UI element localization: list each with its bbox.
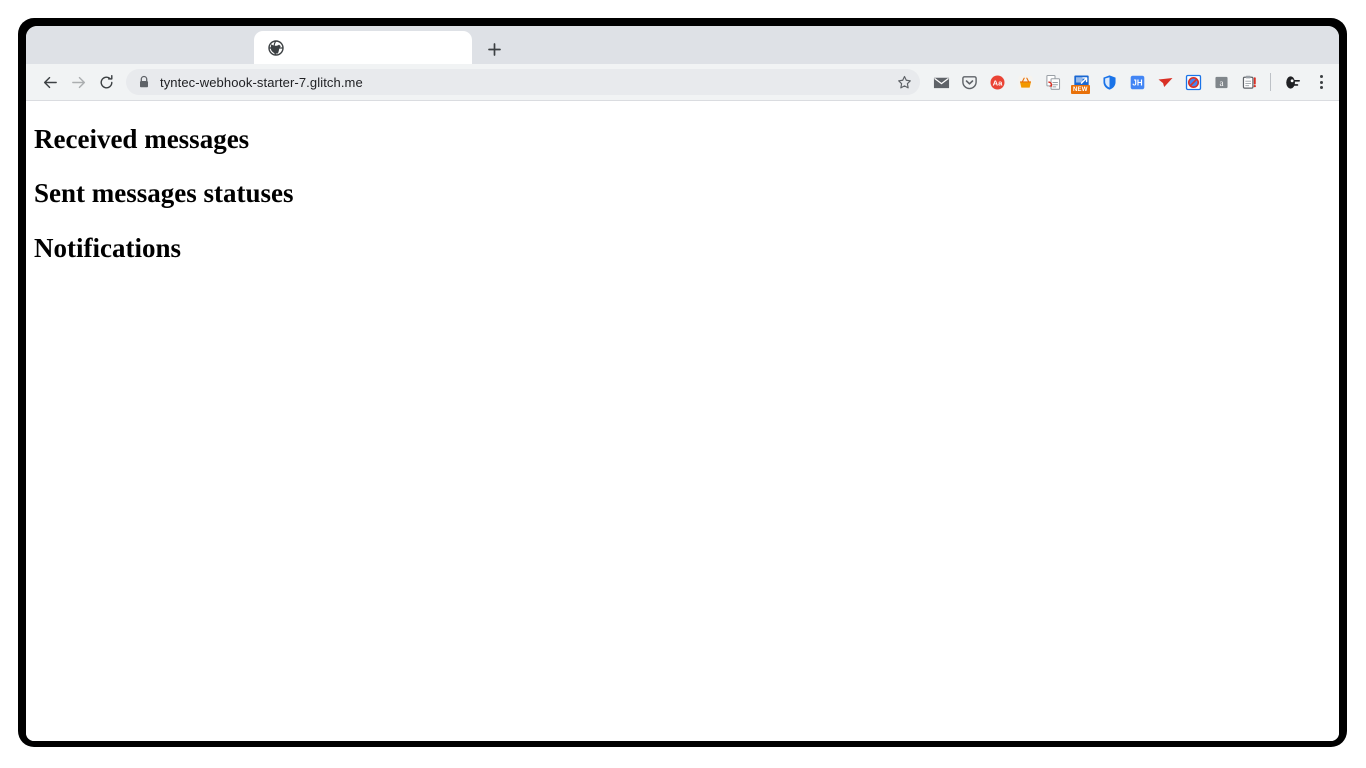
send-extension-icon[interactable] [1152,69,1178,95]
reload-icon [100,74,112,88]
jh-extension-icon[interactable]: JH [1124,69,1150,95]
blocker-extension-icon[interactable] [1180,69,1206,95]
tab-strip [26,26,1339,64]
svg-text:Aa: Aa [992,78,1002,87]
clipboard-alert-extension-icon[interactable] [1236,69,1262,95]
arrow-right-icon [71,76,85,88]
new-badge: NEW [1071,85,1090,94]
menu-dot-icon [1319,75,1323,78]
amazon-extension-icon[interactable]: a [1208,69,1234,95]
page-content: Received messages Sent messages statuses… [26,101,1339,270]
browser-tab[interactable] [254,31,472,64]
browser-toolbar: tyntec-webhook-starter-7.glitch.me Aa NE… [26,64,1339,101]
toolbar-divider [1270,73,1271,91]
profile-avatar[interactable] [1279,69,1305,95]
new-tab-button[interactable] [481,36,507,62]
browser-window: tyntec-webhook-starter-7.glitch.me Aa NE… [26,26,1339,741]
globe-icon [268,39,284,56]
lock-icon [138,75,150,89]
star-icon[interactable] [892,70,916,94]
pocket-extension-icon[interactable] [956,69,982,95]
shield-extension-icon[interactable] [1096,69,1122,95]
font-size-extension-icon[interactable]: Aa [984,69,1010,95]
mail-extension-icon[interactable] [928,69,954,95]
arrow-left-icon [43,76,57,88]
svg-text:JH: JH [1132,78,1142,87]
heading-notifications: Notifications [34,232,181,263]
heading-received-messages: Received messages [34,124,250,154]
menu-dot-icon [1319,80,1323,84]
reload-button[interactable] [92,68,120,96]
menu-dot-icon [1319,86,1323,89]
new-window-extension-icon[interactable]: NEW [1068,69,1094,95]
forward-button[interactable] [64,68,92,96]
browser-menu-button[interactable] [1309,69,1333,95]
address-bar[interactable]: tyntec-webhook-starter-7.glitch.me [126,69,920,95]
back-button[interactable] [36,68,64,96]
basket-extension-icon[interactable] [1012,69,1038,95]
plus-icon [487,42,501,56]
heading-sent-messages-statuses: Sent messages statuses [34,178,294,209]
address-bar-url: tyntec-webhook-starter-7.glitch.me [160,74,363,90]
page-viewport: Received messages Sent messages statuses… [26,101,1339,741]
copy-extension-icon[interactable] [1040,69,1066,95]
svg-text:a: a [1219,78,1223,88]
extensions-bar: Aa NEW JH a [928,69,1333,95]
